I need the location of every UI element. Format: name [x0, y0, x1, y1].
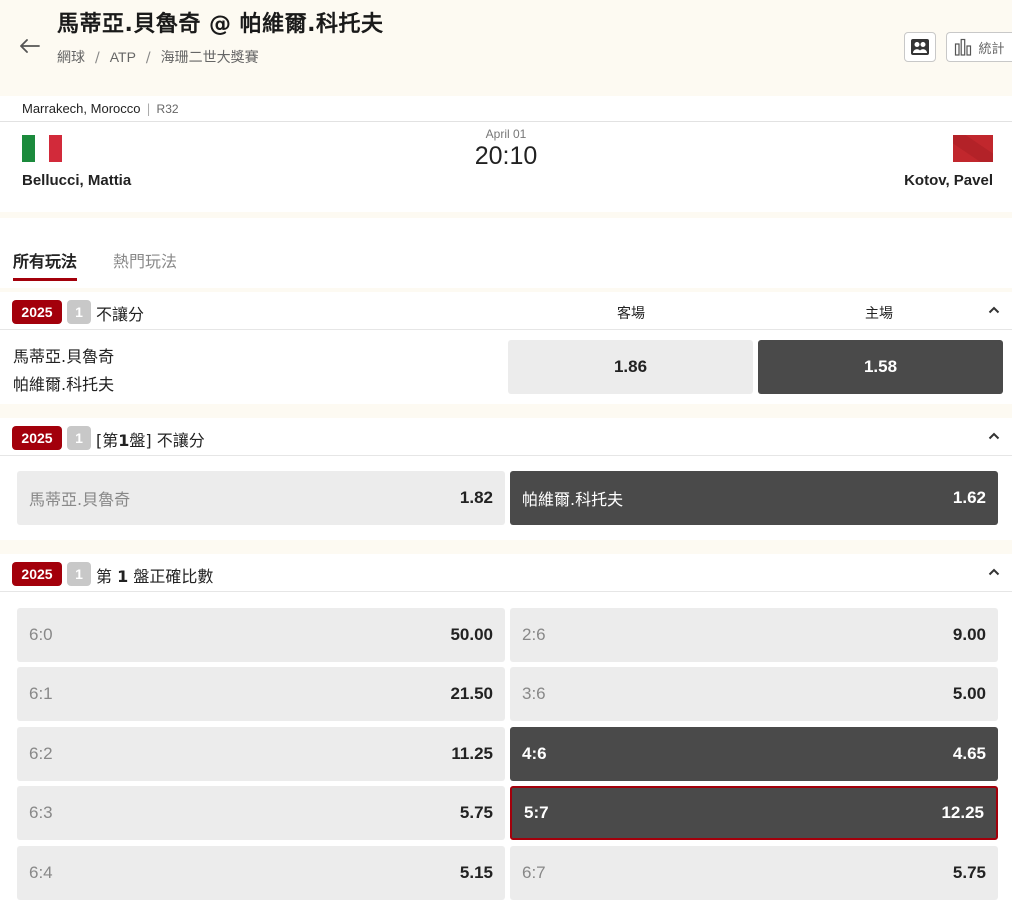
- year-badge: 2025: [12, 562, 62, 586]
- section-spacer: [0, 540, 1012, 554]
- team-name: 帕維爾.科托夫: [13, 375, 115, 394]
- arrow-left-icon: [20, 39, 40, 53]
- market-name-suffix: 盤] 不讓分: [129, 431, 205, 450]
- odds-value: 1.62: [952, 488, 986, 507]
- score-label: 5:7: [524, 803, 549, 822]
- odds-value: 11.25: [451, 744, 493, 763]
- odds-button[interactable]: 2:6 9.00: [510, 608, 998, 662]
- odds-value: 5.00: [952, 684, 986, 703]
- match-time: 20:10: [474, 142, 538, 170]
- breadcrumb-sport[interactable]: 網球: [57, 47, 85, 67]
- divider: |: [146, 101, 151, 116]
- page-header: 馬蒂亞.貝魯奇 @ 帕維爾.科托夫 網球 / ATP / 海珊二世大獎賽 統計: [0, 0, 1012, 96]
- correct-score-body: 6:0 50.00 2:6 9.00 6:1 21.50 3:6 5.00 6:…: [0, 592, 1012, 911]
- tab-popular-markets[interactable]: 熱門玩法: [113, 248, 177, 278]
- odds-value: 5.75: [459, 803, 493, 822]
- morocco-flag: [953, 135, 993, 162]
- stats-button[interactable]: 統計: [946, 32, 1012, 62]
- score-label: 6:7: [522, 863, 546, 882]
- odds-button[interactable]: 馬蒂亞.貝魯奇 1.82: [17, 471, 505, 525]
- year-badge: 2025: [12, 426, 62, 450]
- people-icon: [911, 39, 929, 55]
- set1-moneyline-body: 馬蒂亞.貝魯奇 1.82 帕維爾.科托夫 1.62: [0, 456, 1012, 540]
- odds-button[interactable]: 6:1 21.50: [17, 667, 505, 721]
- score-label: 6:3: [29, 803, 53, 822]
- market-name-prefix: 第: [96, 567, 118, 586]
- count-badge: 1: [67, 426, 91, 450]
- odds-button[interactable]: 帕維爾.科托夫 1.62: [510, 471, 998, 525]
- venue-row: Marrakech, Morocco | R32: [0, 96, 1012, 122]
- score-label: 6:1: [29, 684, 53, 703]
- breadcrumb-separator: /: [95, 50, 100, 66]
- odds-value: 1.58: [863, 357, 898, 376]
- market-name: [第1盤] 不讓分: [96, 427, 205, 451]
- market-name-prefix: [第: [96, 431, 119, 450]
- chevron-up-icon[interactable]: [986, 564, 1002, 580]
- away-player-name: Kotov, Pavel: [904, 172, 993, 189]
- venue-name: Marrakech, Morocco: [22, 101, 141, 116]
- breadcrumb-separator: /: [145, 50, 151, 66]
- market-header-set1-moneyline[interactable]: 2025 1 [第1盤] 不讓分: [0, 418, 1012, 456]
- odds-button[interactable]: 6:3 5.75: [17, 786, 505, 840]
- moneyline-row: 馬蒂亞.貝魯奇 帕維爾.科托夫 1.86 1.58: [0, 330, 1012, 404]
- column-away: 客場: [617, 306, 645, 322]
- market-name-suffix: 盤正確比數: [128, 567, 214, 586]
- odds-button[interactable]: 4:6 4.65: [510, 727, 998, 781]
- odds-value: 4.65: [952, 744, 986, 763]
- players-button[interactable]: [904, 32, 936, 62]
- odds-button[interactable]: 6:0 50.00: [17, 608, 505, 662]
- match-info: Bellucci, Mattia April 01 20:10 Kotov, P…: [0, 122, 1012, 212]
- score-label: 4:6: [522, 744, 547, 763]
- page-title: 馬蒂亞.貝魯奇 @ 帕維爾.科托夫: [57, 12, 384, 37]
- market-name: 第 1 盤正確比數: [96, 563, 213, 587]
- morocco-flag-graphic: [953, 135, 993, 162]
- score-label: 6:0: [29, 625, 53, 644]
- odds-value: 12.25: [941, 803, 984, 822]
- odds-button-away[interactable]: 1.86: [508, 340, 753, 394]
- odds-button[interactable]: 6:4 5.15: [17, 846, 505, 900]
- chevron-up-icon[interactable]: [986, 302, 1002, 318]
- round-label: R32: [156, 101, 179, 116]
- outcome-label: 馬蒂亞.貝魯奇: [29, 490, 131, 509]
- market-name: 不讓分: [96, 305, 145, 324]
- score-label: 3:6: [522, 684, 546, 703]
- year-badge: 2025: [12, 300, 62, 324]
- odds-value: 21.50: [450, 684, 493, 703]
- market-tabs: 所有玩法 熱門玩法: [0, 218, 1012, 288]
- breadcrumb-league[interactable]: ATP: [110, 49, 136, 65]
- odds-value: 9.00: [952, 625, 986, 644]
- odds-button-selected[interactable]: 5:7 12.25: [510, 786, 998, 840]
- section-spacer: [0, 404, 1012, 418]
- breadcrumb-tournament[interactable]: 海珊二世大獎賽: [161, 47, 259, 67]
- breadcrumb: 網球 / ATP / 海珊二世大獎賽: [57, 47, 259, 67]
- odds-button[interactable]: 6:2 11.25: [17, 727, 505, 781]
- odds-value: 1.82: [459, 488, 493, 507]
- score-label: 6:4: [29, 863, 53, 882]
- odds-button[interactable]: 6:7 5.75: [510, 846, 998, 900]
- odds-value: 1.86: [613, 357, 648, 376]
- chevron-up-icon[interactable]: [986, 428, 1002, 444]
- market-name-set-number: 1: [117, 567, 129, 586]
- odds-value: 50.00: [450, 625, 493, 644]
- count-badge: 1: [67, 300, 91, 324]
- score-label: 2:6: [522, 625, 546, 644]
- odds-value: 5.15: [459, 863, 493, 882]
- market-name-set-number: 1: [118, 431, 130, 450]
- count-badge: 1: [67, 562, 91, 586]
- home-player-name: Bellucci, Mattia: [22, 172, 132, 189]
- match-date: April 01: [485, 127, 527, 141]
- market-header-set1-correct-score[interactable]: 2025 1 第 1 盤正確比數: [0, 554, 1012, 592]
- back-button[interactable]: [17, 33, 43, 59]
- team-name: 馬蒂亞.貝魯奇: [13, 347, 115, 366]
- odds-value: 5.75: [952, 863, 986, 882]
- stats-label: 統計: [978, 41, 1005, 57]
- bar-chart-icon: [955, 38, 972, 56]
- market-header-moneyline[interactable]: 2025 1 不讓分 客場 主場: [0, 292, 1012, 330]
- odds-button[interactable]: 3:6 5.00: [510, 667, 998, 721]
- score-label: 6:2: [29, 744, 53, 763]
- column-home: 主場: [865, 306, 893, 322]
- odds-button-home[interactable]: 1.58: [758, 340, 1003, 394]
- outcome-label: 帕維爾.科托夫: [522, 490, 624, 509]
- tab-all-markets[interactable]: 所有玩法: [13, 248, 78, 281]
